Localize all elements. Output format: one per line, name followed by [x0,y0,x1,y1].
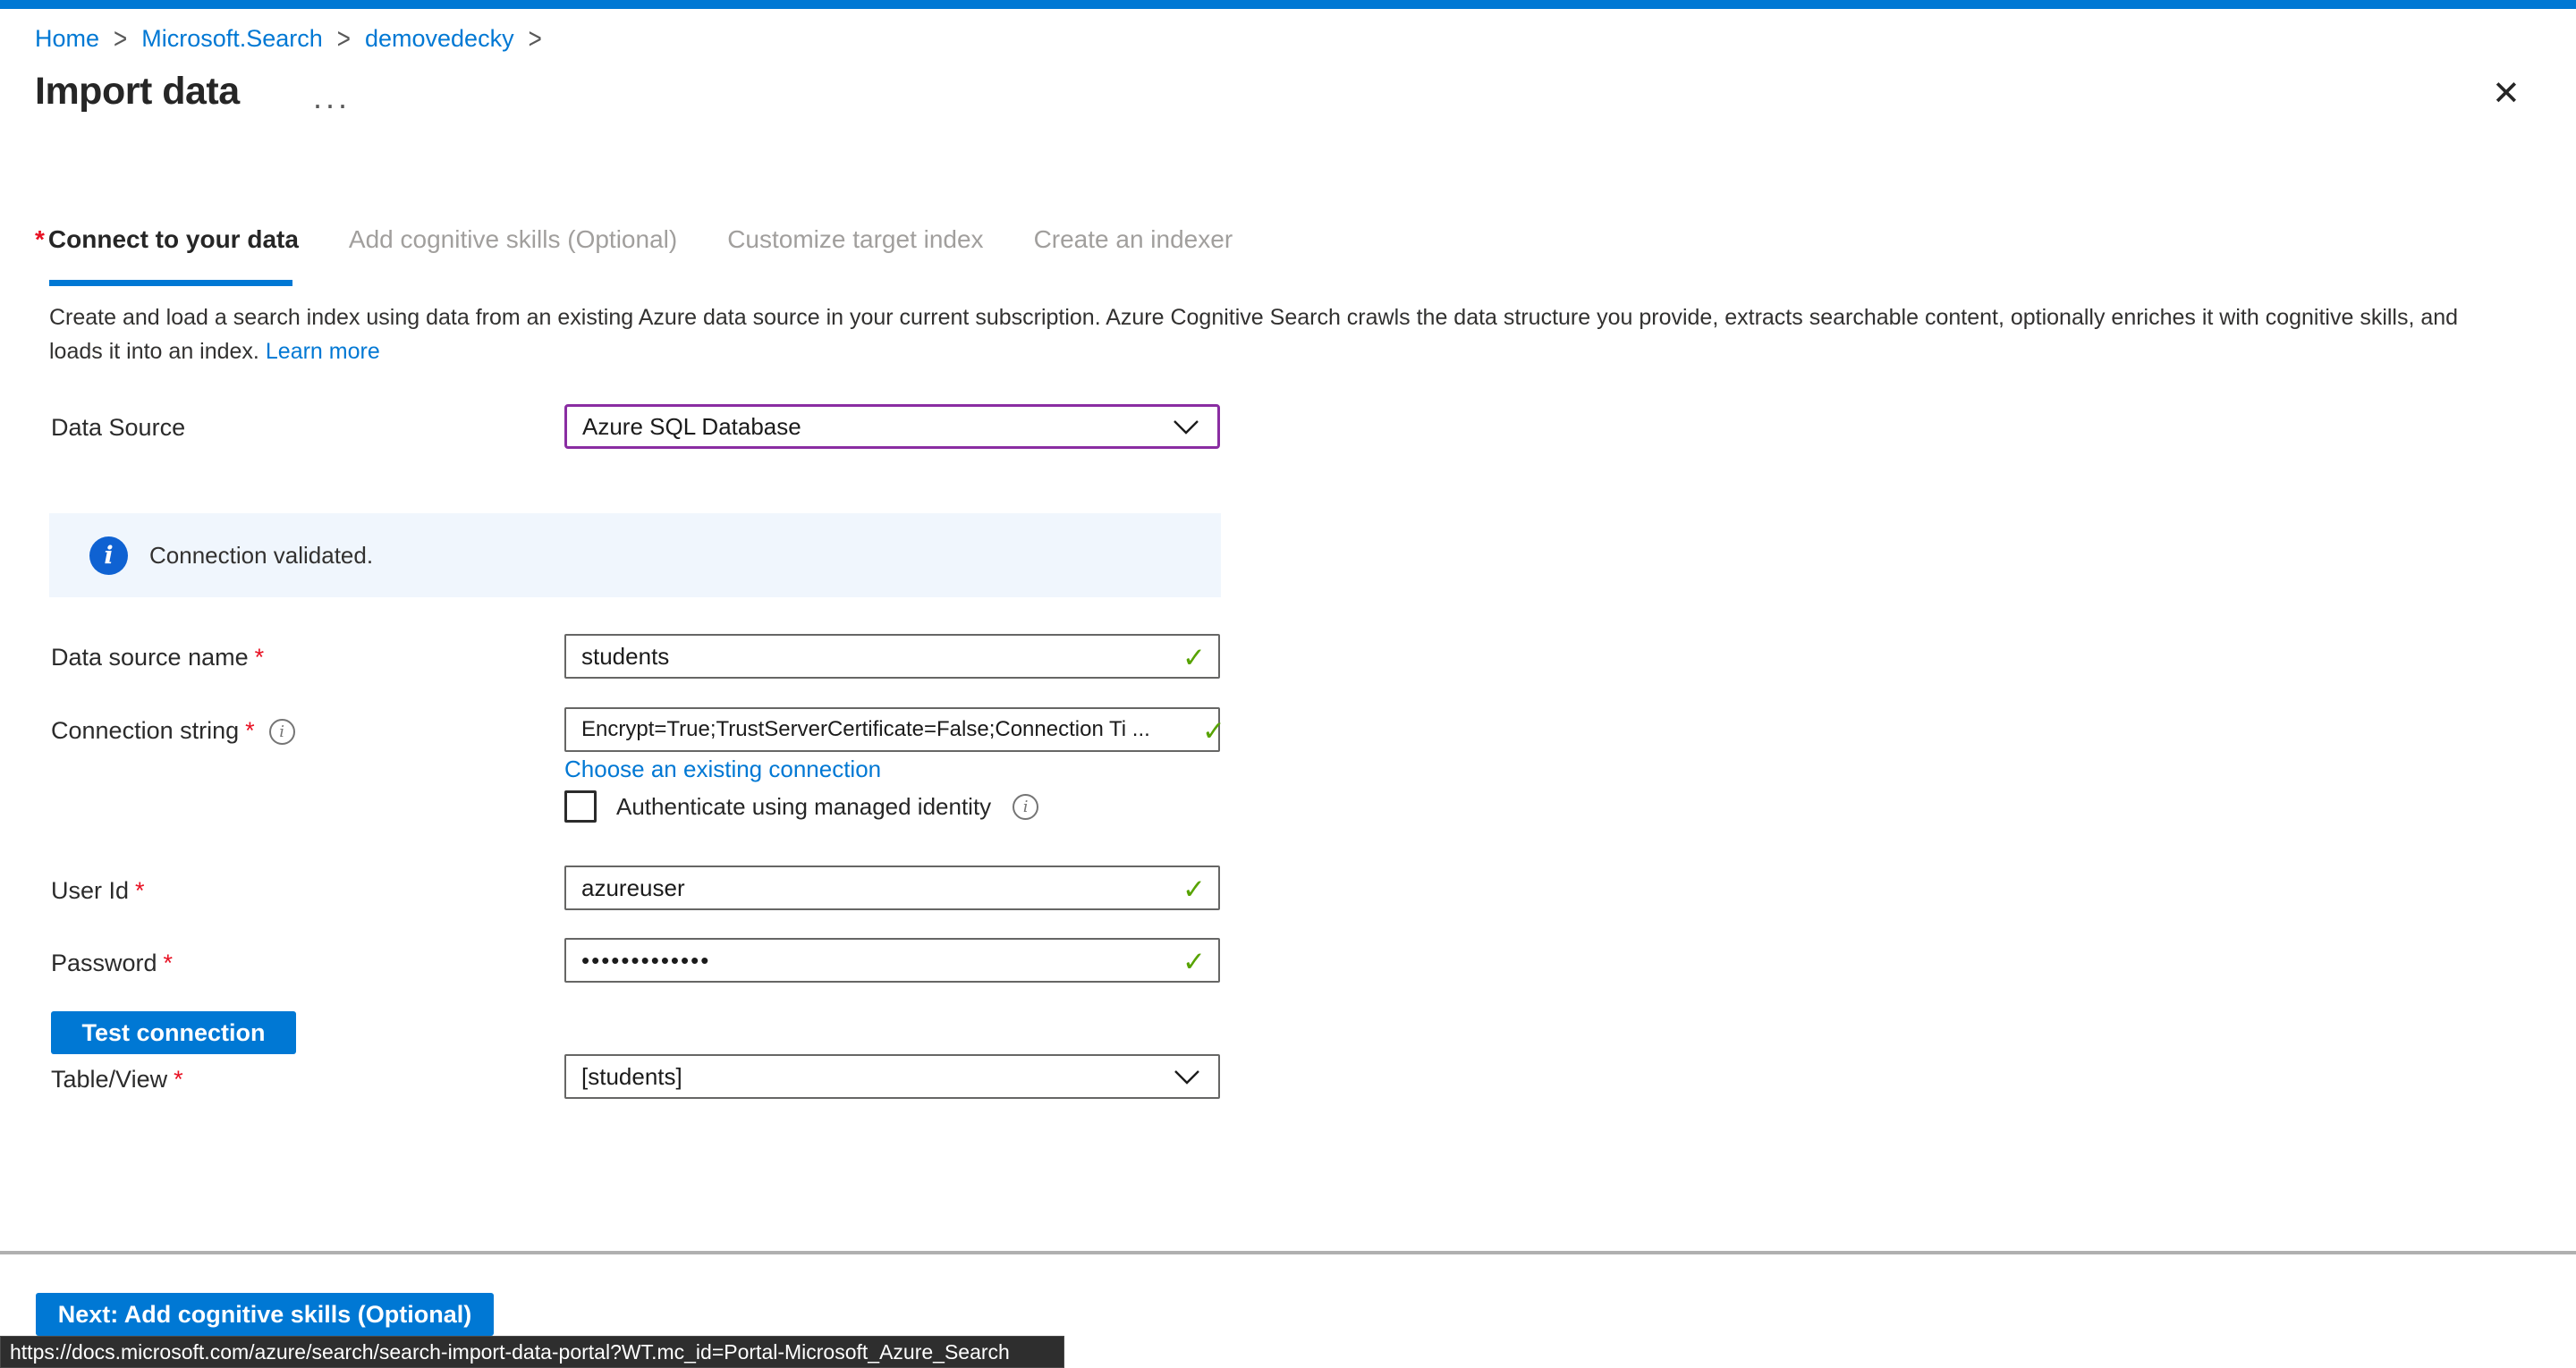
breadcrumb-demovedecky-link[interactable]: demovedecky [365,25,514,53]
tab-label: Add cognitive skills (Optional) [349,225,677,254]
managed-identity-row: Authenticate using managed identity i [564,790,1038,823]
tab-customize-target-index[interactable]: Customize target index [727,225,983,254]
breadcrumb-microsoft-search-link[interactable]: Microsoft.Search [141,25,323,53]
required-marker: * [35,225,45,254]
user-id-label: User Id* [51,877,145,905]
table-view-label: Table/View * [51,1066,183,1094]
password-input[interactable] [566,940,1218,981]
active-tab-underline [49,280,292,286]
managed-identity-info-icon[interactable]: i [1013,794,1038,820]
intro-line-2-text: loads it into an index. [49,339,259,364]
label-text: Connection string [51,717,239,744]
label-text: Data source name [51,644,249,671]
table-view-value: [students] [581,1063,1174,1091]
close-icon[interactable]: ✕ [2492,77,2521,111]
label-text: Password [51,950,157,976]
user-id-field: ✓ [564,866,1220,910]
footer-divider [0,1251,2576,1254]
managed-identity-checkbox[interactable] [564,790,597,823]
connection-string-info-icon[interactable]: i [269,719,295,745]
valid-check-icon: ✓ [1182,874,1206,906]
connection-string-field: ✓ [564,707,1220,752]
data-source-name-input[interactable] [566,636,1218,677]
connection-validated-banner: i Connection validated. [49,513,1221,597]
info-icon: i [89,536,128,575]
data-source-dropdown[interactable]: Azure SQL Database [564,404,1220,449]
connection-string-label: Connection string* i [51,717,295,745]
chevron-down-icon [1173,419,1199,435]
connection-string-input[interactable] [566,709,1218,750]
data-source-name-field: ✓ [564,634,1220,679]
more-options-icon[interactable]: ... [313,79,351,116]
next-add-cognitive-skills-button[interactable]: Next: Add cognitive skills (Optional) [36,1293,494,1336]
password-field: ✓ [564,938,1220,983]
required-marker: * [164,950,174,976]
chevron-down-icon [1174,1069,1200,1085]
tab-label: Create an indexer [1034,225,1233,254]
managed-identity-label: Authenticate using managed identity [616,793,991,821]
wizard-tabs: * Connect to your data Add cognitive ski… [35,225,1233,254]
tab-create-an-indexer[interactable]: Create an indexer [1034,225,1233,254]
breadcrumb-separator-icon: > [337,21,351,56]
label-text: Table/View [51,1066,167,1093]
import-data-page: Home > Microsoft.Search > demovedecky > … [0,0,2576,1368]
tab-add-cognitive-skills[interactable]: Add cognitive skills (Optional) [349,225,677,254]
data-source-label: Data Source [51,414,185,442]
intro-text: Create and load a search index using dat… [49,300,2458,368]
top-accent-bar [0,0,2576,9]
data-source-name-label: Data source name* [51,644,264,671]
valid-check-icon: ✓ [1182,642,1206,674]
tab-label: Connect to your data [48,225,299,254]
breadcrumb-separator-icon: > [114,21,127,56]
intro-line-1: Create and load a search index using dat… [49,300,2458,334]
required-marker: * [135,877,145,904]
valid-check-icon: ✓ [1202,715,1225,747]
page-title: Import data [35,70,240,114]
breadcrumb: Home > Microsoft.Search > demovedecky > [35,25,542,53]
valid-check-icon: ✓ [1182,946,1206,978]
banner-text: Connection validated. [149,542,373,570]
test-connection-button[interactable]: Test connection [51,1011,296,1054]
required-marker: * [245,717,255,744]
data-source-value: Azure SQL Database [582,413,1173,441]
breadcrumb-home-link[interactable]: Home [35,25,99,53]
link-preview-status-bar: https://docs.microsoft.com/azure/search/… [0,1336,1064,1368]
intro-line-2: loads it into an index. Learn more [49,334,2458,368]
required-marker: * [174,1066,183,1093]
tab-connect-to-your-data[interactable]: * Connect to your data [35,225,299,254]
status-bar-url: https://docs.microsoft.com/azure/search/… [10,1340,1010,1364]
tab-label: Customize target index [727,225,983,254]
breadcrumb-separator-icon: > [529,21,542,56]
label-text: User Id [51,877,129,904]
choose-existing-connection-link[interactable]: Choose an existing connection [564,756,881,783]
learn-more-link[interactable]: Learn more [266,339,380,364]
user-id-input[interactable] [566,867,1218,908]
password-label: Password * [51,950,173,977]
required-marker: * [255,644,265,671]
table-view-dropdown[interactable]: [students] [564,1054,1220,1099]
